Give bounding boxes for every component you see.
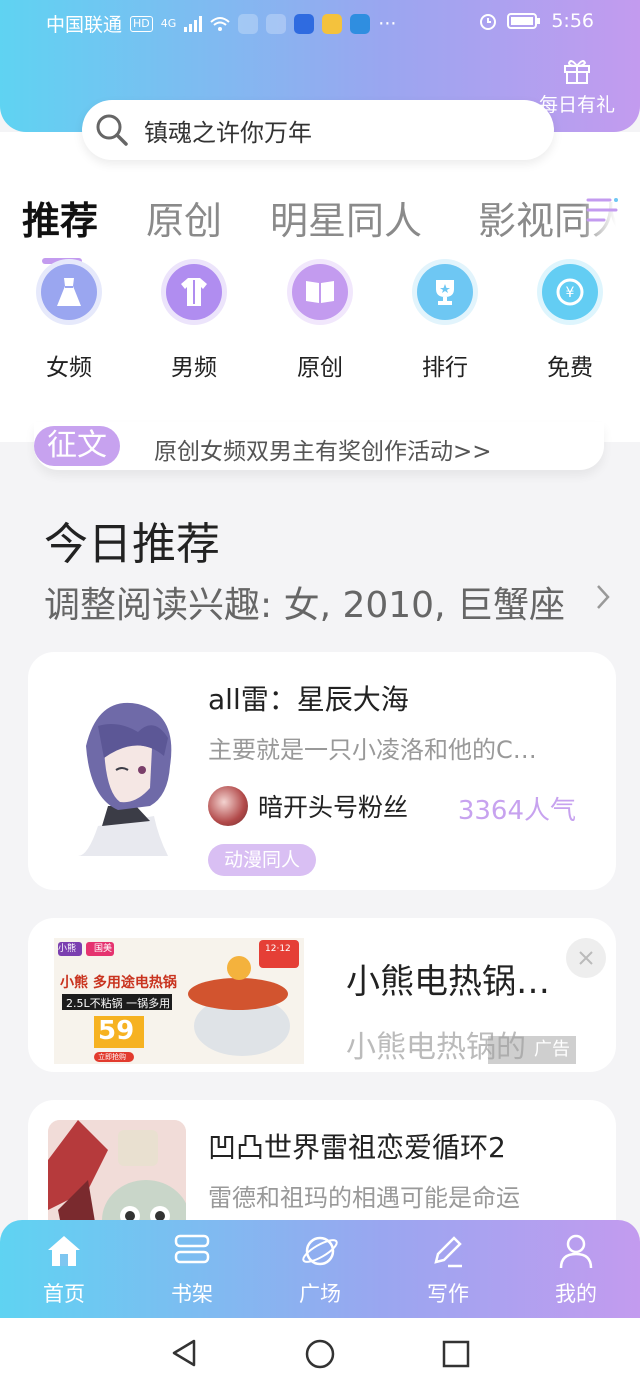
book-icon: [292, 264, 348, 320]
tab-recommend[interactable]: 推荐: [22, 190, 98, 245]
book-title: 凹凸世界雷祖恋爱循环2: [208, 1131, 506, 1164]
app-notification-icon: [294, 13, 315, 34]
home-icon: [48, 1236, 80, 1266]
home-circle-icon[interactable]: [304, 1338, 336, 1370]
author-row: 暗开头号粉丝: [208, 786, 408, 826]
system-navigation-bar: [0, 1318, 640, 1387]
svg-text:¥: ¥: [566, 285, 575, 301]
back-icon[interactable]: [170, 1338, 198, 1368]
close-icon: [579, 951, 593, 965]
ad-card[interactable]: 小熊 国美 小熊 多用途电热锅 2.5L不粘锅 一锅多用 59 12·12 立即…: [28, 918, 616, 1072]
clock: 5:56: [551, 10, 594, 32]
alarm-icon: [480, 14, 497, 30]
ad-brand-2: 国美: [94, 944, 113, 954]
user-icon: [559, 1234, 593, 1269]
pen-icon: [434, 1236, 462, 1268]
bottom-navigation: 首页 书架 广场 写作 我的: [0, 1220, 640, 1318]
book-description: 雷德和祖玛的相遇可能是命运: [208, 1184, 520, 1212]
trophy-icon: [417, 264, 473, 320]
author-name: 暗开头号粉丝: [258, 793, 409, 822]
book-card[interactable]: all雷：星辰大海 主要就是一只小凌洛和他的C… 暗开头号粉丝 3364人气 动…: [28, 652, 616, 890]
coin-icon: ¥: [542, 264, 598, 320]
ad-subline: 2.5L不粘锅 一锅多用: [66, 997, 171, 1010]
popularity-count: 3364人气: [457, 796, 576, 826]
category-free[interactable]: ¥ 免费: [520, 264, 620, 382]
nav-label: 书架: [171, 1282, 213, 1306]
tab-celebrity-fanfic[interactable]: 明星同人: [270, 190, 422, 245]
shirt-icon: [166, 264, 222, 320]
author-avatar: [208, 786, 248, 826]
wifi-icon: [210, 16, 230, 31]
contest-notice[interactable]: 征文 原创女频双男主有奖创作活动>>: [34, 422, 604, 470]
category-label: 男频: [171, 355, 217, 381]
search-icon: [96, 114, 128, 146]
category-ranking[interactable]: 排行: [395, 264, 495, 382]
category-male[interactable]: 男频: [144, 264, 244, 382]
book-cover-image: [58, 686, 186, 856]
category-label: 原创: [297, 355, 343, 381]
ad-image: 小熊 国美 小熊 多用途电热锅 2.5L不粘锅 一锅多用 59 12·12 立即…: [54, 938, 304, 1064]
reading-interest-link[interactable]: 调整阅读兴趣: 女, 2010, 巨蟹座: [44, 576, 565, 628]
ad-cta: 立即抢购: [98, 1053, 126, 1061]
search-app-icon: [350, 13, 371, 34]
bookshelf-icon: [174, 1234, 210, 1264]
nav-bookshelf[interactable]: 书架: [128, 1232, 256, 1308]
hd-badge: HD: [130, 15, 153, 32]
nav-write[interactable]: 写作: [384, 1232, 512, 1308]
category-original[interactable]: 原创: [270, 264, 370, 382]
category-tabs: 推荐 原创 明星同人 影视同人: [0, 190, 640, 250]
nav-label: 首页: [43, 1282, 85, 1306]
weibo-icon: [322, 13, 343, 34]
contest-tag: 征文: [34, 426, 120, 466]
book-title: all雷：星辰大海: [208, 683, 409, 716]
book-description: 主要就是一只小凌洛和他的C…: [208, 736, 537, 764]
search-query: 镇魂之许你万年: [144, 118, 312, 147]
carrier-label: 中国联通: [46, 14, 123, 36]
ad-brand-1: 小熊: [58, 944, 77, 954]
category-label: 排行: [422, 355, 468, 381]
ad-badge: 12·12: [265, 944, 291, 954]
nav-profile[interactable]: 我的: [512, 1232, 640, 1308]
gift-icon: [564, 60, 590, 84]
category-shortcuts: 女频 男频 原创 排行 ¥ 免费: [0, 264, 640, 384]
nav-label: 我的: [555, 1282, 597, 1306]
category-female[interactable]: 女频: [19, 264, 119, 382]
contest-text: 原创女频双男主有奖创作活动>>: [154, 439, 492, 465]
tabs-menu-icon[interactable]: [586, 196, 620, 226]
genre-tag[interactable]: 动漫同人: [208, 844, 317, 876]
recent-apps-icon[interactable]: [442, 1340, 470, 1368]
ad-title: 小熊电热锅…: [346, 962, 550, 1002]
ad-label: 广告: [488, 1036, 576, 1064]
nav-square[interactable]: 广场: [256, 1232, 384, 1308]
nav-label: 广场: [299, 1282, 341, 1306]
app-notification-icon: [238, 13, 259, 34]
more-icon: ···: [378, 12, 397, 35]
network-label: 4G: [160, 17, 177, 30]
daily-gift-label: 每日有礼: [538, 94, 615, 116]
signal-icon: [184, 15, 203, 32]
ad-close-button[interactable]: [566, 938, 606, 978]
ad-headline: 小熊 多用途电热锅: [60, 975, 177, 991]
planet-icon: [302, 1236, 338, 1266]
section-title: 今日推荐: [44, 519, 220, 570]
search-bar[interactable]: 镇魂之许你万年: [82, 100, 554, 160]
category-label: 女频: [46, 355, 92, 381]
app-notification-icon: [266, 13, 287, 34]
nav-home[interactable]: 首页: [0, 1232, 128, 1308]
nav-label: 写作: [427, 1282, 469, 1306]
dress-icon: [41, 264, 97, 320]
status-bar: 中国联通 HD 4G ··· 5:56: [0, 0, 640, 44]
tab-original[interactable]: 原创: [146, 190, 222, 245]
battery-icon: [507, 13, 541, 29]
category-label: 免费: [547, 355, 593, 381]
chevron-right-icon[interactable]: [596, 584, 610, 610]
ad-price: 59: [98, 1016, 135, 1046]
